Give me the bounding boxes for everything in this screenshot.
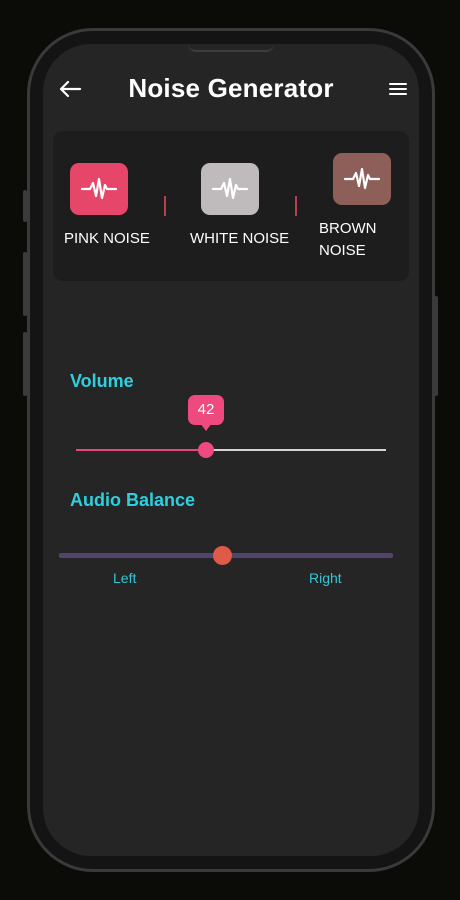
noise-label-white: WHITE NOISE xyxy=(190,230,290,247)
volume-track-active[interactable] xyxy=(76,449,206,451)
phone-volume-up-button xyxy=(23,252,27,316)
noise-icon-white xyxy=(201,163,259,215)
menu-button[interactable] xyxy=(383,74,413,104)
volume-value-bubble: 42 xyxy=(188,395,224,425)
noise-type-card: PINK NOISE WHITE NOISE BROWN NOISE xyxy=(53,131,409,281)
volume-bubble-tail xyxy=(200,423,212,431)
notch xyxy=(188,44,274,52)
separator xyxy=(164,196,166,216)
noise-label-brown: BROWN NOISE xyxy=(319,220,377,259)
volume-slider-thumb[interactable] xyxy=(198,442,214,458)
phone-side-button xyxy=(23,190,27,222)
balance-left-label: Left xyxy=(113,570,137,586)
volume-label: Volume xyxy=(70,371,134,391)
hamburger-menu-icon xyxy=(389,83,407,95)
audio-balance-label: Audio Balance xyxy=(70,490,196,510)
separator xyxy=(295,196,297,216)
phone-power-button xyxy=(434,296,438,396)
volume-track-inactive[interactable] xyxy=(206,449,386,451)
app-screen: Noise Generator PINK NOISE WHITE NOISE B… xyxy=(43,44,419,856)
waveform-icon xyxy=(211,177,249,200)
phone-volume-down-button xyxy=(23,332,27,396)
waveform-icon xyxy=(80,177,118,200)
page-title: Noise Generator xyxy=(128,73,334,103)
noise-icon-brown xyxy=(333,153,391,205)
noise-label-pink: PINK NOISE xyxy=(64,230,150,247)
top-bar: Noise Generator xyxy=(43,70,419,110)
noise-icon-pink xyxy=(70,163,128,215)
balance-right-label: Right xyxy=(309,570,342,586)
waveform-icon xyxy=(343,167,381,190)
audio-balance-thumb[interactable] xyxy=(213,546,232,565)
